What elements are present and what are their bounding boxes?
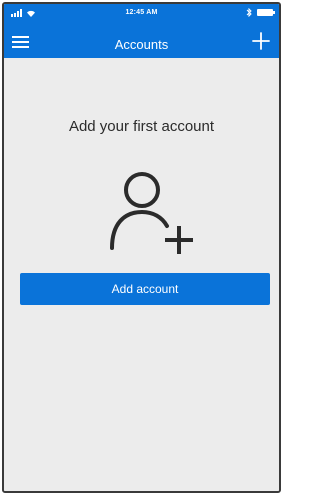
page-title: Accounts — [114, 37, 169, 52]
battery-icon — [257, 9, 275, 16]
empty-state-heading: Add your first account — [68, 118, 215, 135]
main-content: Add your first account Add account — [4, 58, 279, 491]
app-header: 12:45 AM Accounts — [4, 4, 279, 58]
add-person-icon — [110, 172, 193, 254]
add-account-button[interactable]: Add account — [20, 273, 270, 305]
status-time: 12:45 AM — [125, 9, 158, 16]
plus-icon[interactable] — [251, 31, 271, 51]
nav-bar: Accounts — [4, 26, 279, 58]
status-right — [246, 8, 275, 17]
phone-frame: 12:45 AM Accounts Add your first account — [2, 2, 281, 493]
status-bar: 12:45 AM — [4, 4, 279, 26]
bluetooth-icon — [246, 8, 252, 17]
